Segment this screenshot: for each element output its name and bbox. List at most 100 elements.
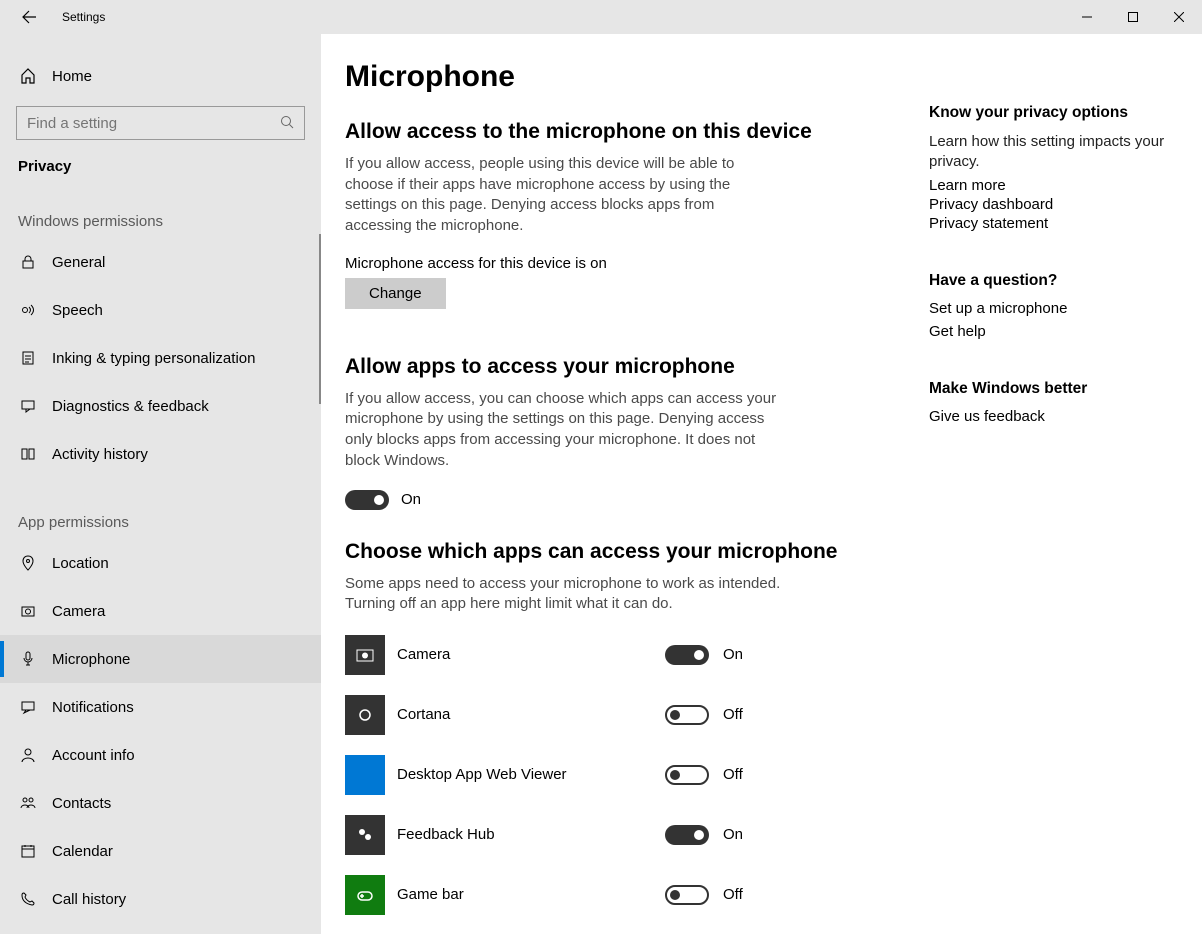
app-toggle[interactable]: [665, 765, 709, 785]
nav-label: Microphone: [52, 651, 130, 668]
search-box[interactable]: [16, 106, 305, 140]
app-icon: [345, 695, 385, 735]
section1-title: Allow access to the microphone on this d…: [345, 120, 897, 144]
link-privacy-statement[interactable]: Privacy statement: [929, 215, 1165, 232]
lock-icon: [18, 254, 38, 270]
sidebar-item-diagnostics[interactable]: Diagnostics & feedback: [0, 382, 321, 430]
sidebar-item-inking[interactable]: Inking & typing personalization: [0, 334, 321, 382]
nav-label: Camera: [52, 603, 105, 620]
app-name: Cortana: [397, 706, 665, 723]
app-toggle[interactable]: [665, 825, 709, 845]
question-block: Have a question? Set up a microphone Get…: [929, 272, 1165, 340]
search-input[interactable]: [27, 115, 280, 132]
app-row: CameraOn: [345, 625, 897, 685]
maximize-icon: [1128, 12, 1138, 22]
app-name: Game bar: [397, 886, 665, 903]
sidebar-category: Privacy: [0, 152, 321, 201]
sidebar-item-microphone[interactable]: Microphone: [0, 635, 321, 683]
app-name: Camera: [397, 646, 665, 663]
change-button[interactable]: Change: [345, 278, 446, 309]
sidebar-item-general[interactable]: General: [0, 238, 321, 286]
microphone-icon: [18, 651, 38, 667]
link-setup-mic[interactable]: Set up a microphone: [929, 300, 1165, 317]
sidebar-item-location[interactable]: Location: [0, 539, 321, 587]
back-button[interactable]: [18, 6, 40, 28]
sidebar-item-contacts[interactable]: Contacts: [0, 779, 321, 827]
window-title: Settings: [62, 10, 105, 24]
minimize-button[interactable]: [1064, 0, 1110, 34]
location-icon: [18, 555, 38, 571]
speech-icon: [18, 302, 38, 318]
app-toggle-label: Off: [723, 706, 743, 723]
main-area: Microphone Allow access to the microphon…: [321, 34, 1202, 934]
sidebar-scroll[interactable]: Windows permissions General Speech Inkin…: [0, 201, 321, 934]
link-get-help[interactable]: Get help: [929, 323, 1165, 340]
sidebar-item-camera[interactable]: Camera: [0, 587, 321, 635]
group-windows-permissions: Windows permissions: [0, 201, 321, 238]
link-give-feedback[interactable]: Give us feedback: [929, 408, 1165, 425]
app-toggle[interactable]: [665, 885, 709, 905]
question-heading: Have a question?: [929, 272, 1165, 290]
nav-label: General: [52, 254, 105, 271]
notifications-icon: [18, 699, 38, 715]
sidebar-home[interactable]: Home: [0, 54, 321, 98]
nav-label: Call history: [52, 891, 126, 908]
arrow-left-icon: [21, 9, 37, 25]
nav-label: Contacts: [52, 795, 111, 812]
app-toggle[interactable]: [665, 705, 709, 725]
app-icon: [345, 815, 385, 855]
app-name: Desktop App Web Viewer: [397, 766, 665, 783]
calendar-icon: [18, 843, 38, 859]
sidebar: Home Privacy Windows permissions General…: [0, 34, 321, 934]
nav-label: Inking & typing personalization: [52, 350, 255, 367]
mic-access-status: Microphone access for this device is on: [345, 255, 897, 272]
app-icon: [345, 755, 385, 795]
close-button[interactable]: [1156, 0, 1202, 34]
sidebar-item-notifications[interactable]: Notifications: [0, 683, 321, 731]
feedback-icon: [18, 398, 38, 414]
app-row: Desktop App Web Viewer Off: [345, 745, 897, 805]
sidebar-scrollbar[interactable]: [319, 234, 321, 404]
app-icon: [345, 875, 385, 915]
app-toggle[interactable]: [665, 645, 709, 665]
sidebar-item-speech[interactable]: Speech: [0, 286, 321, 334]
section3-title: Choose which apps can access your microp…: [345, 540, 897, 564]
minimize-icon: [1082, 12, 1092, 22]
nav-label: Notifications: [52, 699, 134, 716]
nav-label: Calendar: [52, 843, 113, 860]
privacy-options-desc: Learn how this setting impacts your priv…: [929, 132, 1165, 171]
app-toggle-label: Off: [723, 886, 743, 903]
clipboard-icon: [18, 350, 38, 366]
section3-desc: Some apps need to access your microphone…: [345, 574, 785, 615]
apps-access-toggle[interactable]: [345, 490, 389, 510]
nav-label: Activity history: [52, 446, 148, 463]
sidebar-item-calendar[interactable]: Calendar: [0, 827, 321, 875]
sidebar-item-account[interactable]: Account info: [0, 731, 321, 779]
section1-desc: If you allow access, people using this d…: [345, 154, 785, 237]
maximize-button[interactable]: [1110, 0, 1156, 34]
nav-label: Speech: [52, 302, 103, 319]
app-toggle-label: Off: [723, 766, 743, 783]
close-icon: [1174, 12, 1184, 22]
sidebar-item-activity[interactable]: Activity history: [0, 430, 321, 478]
phone-icon: [18, 891, 38, 907]
apps-access-toggle-label: On: [401, 491, 421, 508]
feedback-block: Make Windows better Give us feedback: [929, 380, 1165, 425]
nav-label: Location: [52, 555, 109, 572]
layout: Home Privacy Windows permissions General…: [0, 34, 1202, 934]
home-label: Home: [52, 68, 92, 85]
app-toggle-label: On: [723, 826, 743, 843]
content: Microphone Allow access to the microphon…: [321, 34, 921, 934]
privacy-options-heading: Know your privacy options: [929, 104, 1165, 122]
group-app-permissions: App permissions: [0, 502, 321, 539]
sidebar-item-call-history[interactable]: Call history: [0, 875, 321, 923]
app-row: Feedback HubOn: [345, 805, 897, 865]
section2-title: Allow apps to access your microphone: [345, 355, 897, 379]
apps-access-toggle-row: On: [345, 490, 897, 510]
app-row: Game bar Off: [345, 865, 897, 925]
link-privacy-dashboard[interactable]: Privacy dashboard: [929, 196, 1165, 213]
link-learn-more[interactable]: Learn more: [929, 177, 1165, 194]
window-controls: [1064, 0, 1202, 34]
nav-label: Diagnostics & feedback: [52, 398, 209, 415]
app-icon: [345, 635, 385, 675]
